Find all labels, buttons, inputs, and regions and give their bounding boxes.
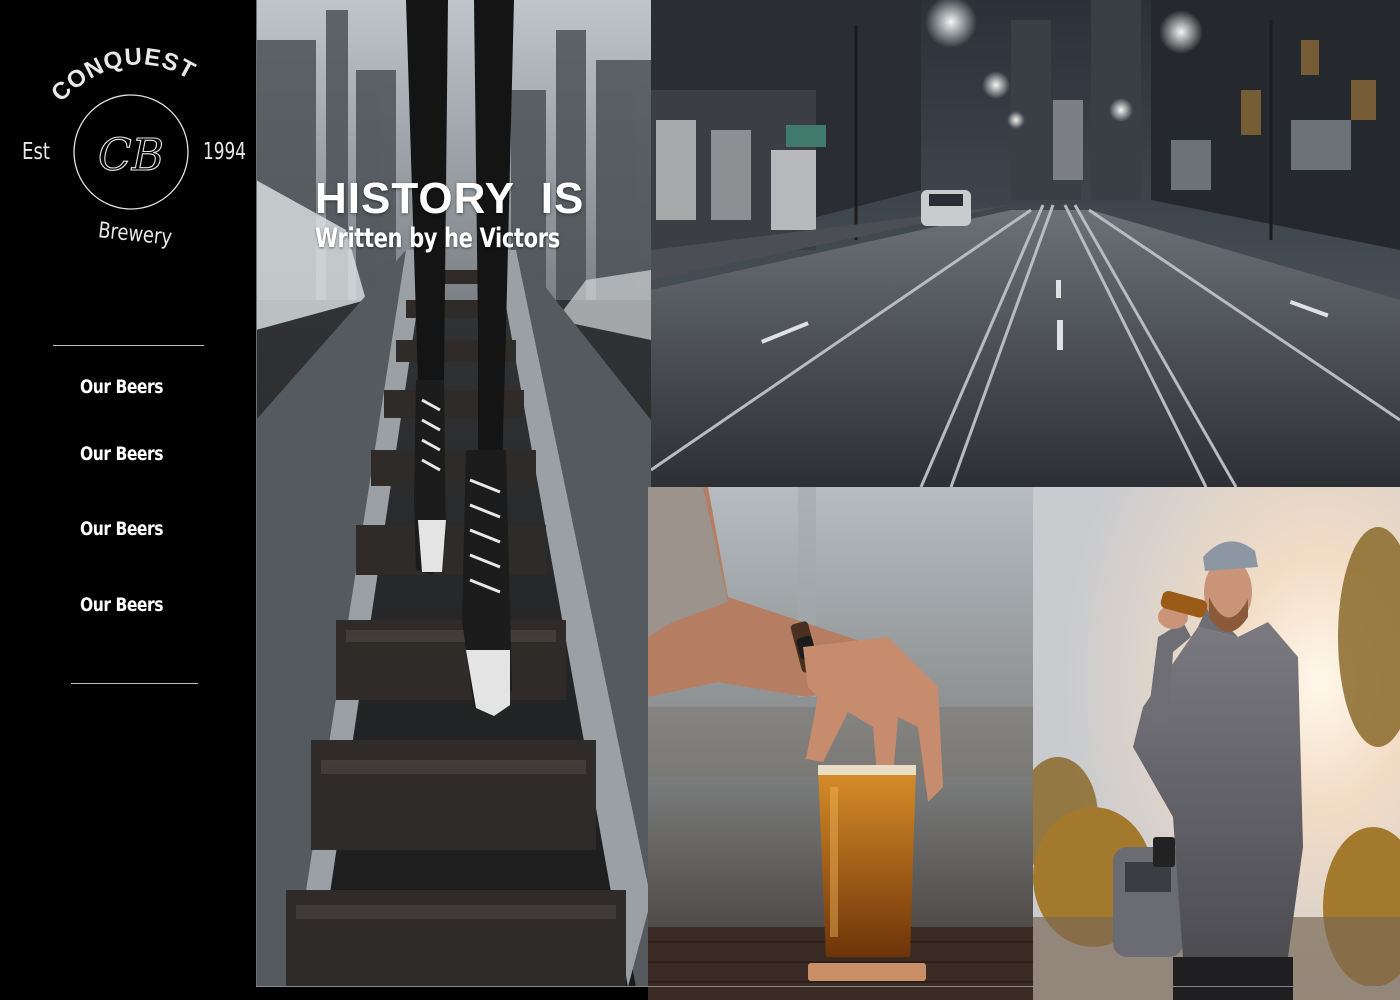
hero-title: HISTORY IS xyxy=(315,174,585,223)
logo-subtitle: Brewery xyxy=(97,218,173,251)
nav-item-our-beers-3[interactable]: Our Beers xyxy=(80,514,163,544)
street-photo xyxy=(651,0,1400,487)
tracks-photo xyxy=(256,0,651,987)
nav-divider-bottom xyxy=(71,683,198,684)
panel-frame-left xyxy=(256,0,257,987)
logo-year: 1994 xyxy=(203,139,246,165)
svg-text:CONQUEST: CONQUEST xyxy=(46,43,200,107)
logo-est-label: Est xyxy=(22,139,50,165)
brewery-logo[interactable]: CONQUEST CB Est 1994 Brewery xyxy=(2,41,256,271)
man-drinking-photo xyxy=(1033,487,1400,1000)
logo-arc-text: CONQUEST xyxy=(46,43,199,107)
nav-divider-top xyxy=(53,345,204,346)
panel-frame-bottom xyxy=(256,986,1400,987)
logo-monogram: CB xyxy=(98,130,164,181)
nav-item-our-beers-2[interactable]: Our Beers xyxy=(80,439,163,469)
hero-subtitle: Written by he Victors xyxy=(315,223,560,254)
brewery-logo-graphic: CONQUEST CB Est 1994 Brewery xyxy=(22,43,246,251)
beer-glass-photo xyxy=(648,487,1033,1000)
nav-item-our-beers-4[interactable]: Our Beers xyxy=(80,590,163,620)
sidebar: CONQUEST CB Est 1994 Brewery Our Beers O… xyxy=(2,1,256,1000)
nav-item-our-beers-1[interactable]: Our Beers xyxy=(80,372,163,402)
